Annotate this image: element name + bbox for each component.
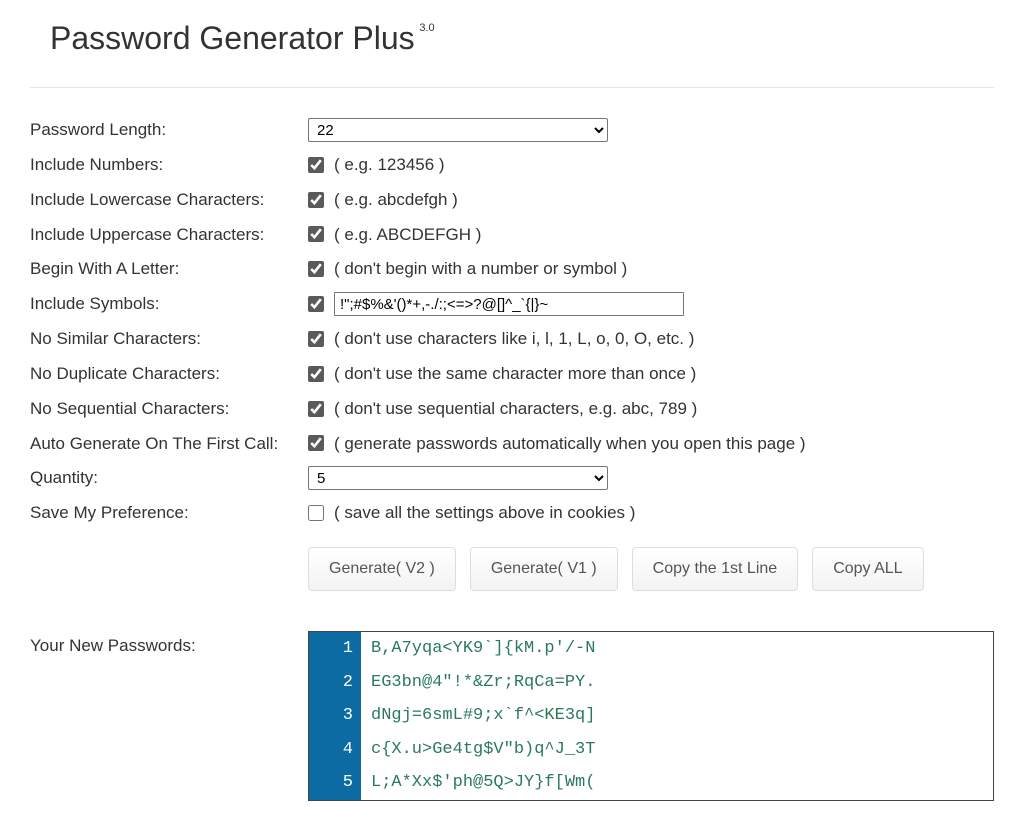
- password-text[interactable]: B,A7yqa<YK9`]{kM.p'/-N: [361, 632, 605, 666]
- result-line: 3 dNgj=6smL#9;x`f^<KE3q]: [309, 699, 993, 733]
- label-include-uppercase: Include Uppercase Characters:: [30, 223, 308, 247]
- password-text[interactable]: L;A*Xx$'ph@5Q>JY}f[Wm(: [361, 766, 605, 800]
- generate-v1-button[interactable]: Generate( V1 ): [470, 547, 618, 591]
- row-save-preference: Save My Preference: ( save all the setti…: [30, 501, 994, 525]
- line-number: 5: [309, 766, 361, 800]
- checkbox-include-uppercase[interactable]: [308, 226, 324, 242]
- checkbox-no-duplicate[interactable]: [308, 366, 324, 382]
- hint-no-duplicate: ( don't use the same character more than…: [334, 362, 696, 386]
- row-include-lowercase: Include Lowercase Characters: ( e.g. abc…: [30, 188, 994, 212]
- label-no-sequential: No Sequential Characters:: [30, 397, 308, 421]
- checkbox-auto-generate[interactable]: [308, 435, 324, 451]
- checkbox-save-preference[interactable]: [308, 505, 324, 521]
- password-text[interactable]: EG3bn@4"!*&Zr;RqCa=PY.: [361, 666, 605, 700]
- version-text: 3.0: [419, 22, 434, 34]
- label-begin-with-letter: Begin With A Letter:: [30, 257, 308, 281]
- select-quantity[interactable]: 5: [308, 466, 608, 490]
- copy-all-button[interactable]: Copy ALL: [812, 547, 923, 591]
- divider: [30, 87, 994, 88]
- row-include-numbers: Include Numbers: ( e.g. 123456 ): [30, 153, 994, 177]
- line-number: 4: [309, 733, 361, 767]
- row-include-uppercase: Include Uppercase Characters: ( e.g. ABC…: [30, 223, 994, 247]
- hint-include-lowercase: ( e.g. abcdefgh ): [334, 188, 458, 212]
- checkbox-no-sequential[interactable]: [308, 401, 324, 417]
- row-auto-generate: Auto Generate On The First Call: ( gener…: [30, 432, 994, 456]
- line-number: 1: [309, 632, 361, 666]
- header: Password Generator Plus 3.0: [30, 20, 994, 57]
- row-begin-with-letter: Begin With A Letter: ( don't begin with …: [30, 257, 994, 281]
- result-line: 4 c{X.u>Ge4tg$V"b)q^J_3T: [309, 733, 993, 767]
- hint-include-numbers: ( e.g. 123456 ): [334, 153, 445, 177]
- line-number: 3: [309, 699, 361, 733]
- hint-auto-generate: ( generate passwords automatically when …: [334, 432, 806, 456]
- generate-v2-button[interactable]: Generate( V2 ): [308, 547, 456, 591]
- checkbox-include-lowercase[interactable]: [308, 192, 324, 208]
- label-auto-generate: Auto Generate On The First Call:: [30, 432, 308, 456]
- hint-save-preference: ( save all the settings above in cookies…: [334, 501, 635, 525]
- row-no-similar: No Similar Characters: ( don't use chara…: [30, 327, 994, 351]
- row-no-sequential: No Sequential Characters: ( don't use se…: [30, 397, 994, 421]
- title-text: Password Generator Plus: [50, 20, 415, 56]
- label-include-numbers: Include Numbers:: [30, 153, 308, 177]
- hint-no-sequential: ( don't use sequential characters, e.g. …: [334, 397, 697, 421]
- password-text[interactable]: c{X.u>Ge4tg$V"b)q^J_3T: [361, 733, 605, 767]
- result-line: 2 EG3bn@4"!*&Zr;RqCa=PY.: [309, 666, 993, 700]
- results-box: 1 B,A7yqa<YK9`]{kM.p'/-N 2 EG3bn@4"!*&Zr…: [308, 631, 994, 801]
- row-include-symbols: Include Symbols:: [30, 292, 994, 316]
- line-number: 2: [309, 666, 361, 700]
- password-text[interactable]: dNgj=6smL#9;x`f^<KE3q]: [361, 699, 605, 733]
- hint-include-uppercase: ( e.g. ABCDEFGH ): [334, 223, 481, 247]
- page-title: Password Generator Plus3.0: [50, 20, 415, 57]
- checkbox-include-symbols[interactable]: [308, 296, 324, 312]
- copy-first-line-button[interactable]: Copy the 1st Line: [632, 547, 799, 591]
- buttons-row: Generate( V2 ) Generate( V1 ) Copy the 1…: [308, 547, 994, 591]
- result-line: 1 B,A7yqa<YK9`]{kM.p'/-N: [309, 632, 993, 666]
- row-no-duplicate: No Duplicate Characters: ( don't use the…: [30, 362, 994, 386]
- hint-no-similar: ( don't use characters like i, l, 1, L, …: [334, 327, 694, 351]
- label-include-symbols: Include Symbols:: [30, 292, 308, 316]
- checkbox-no-similar[interactable]: [308, 331, 324, 347]
- checkbox-include-numbers[interactable]: [308, 157, 324, 173]
- result-line: 5 L;A*Xx$'ph@5Q>JY}f[Wm(: [309, 766, 993, 800]
- label-quantity: Quantity:: [30, 466, 308, 490]
- checkbox-begin-with-letter[interactable]: [308, 261, 324, 277]
- label-password-length: Password Length:: [30, 118, 308, 142]
- results-row: Your New Passwords: 1 B,A7yqa<YK9`]{kM.p…: [30, 631, 994, 801]
- row-quantity: Quantity: 5: [30, 466, 994, 490]
- label-include-lowercase: Include Lowercase Characters:: [30, 188, 308, 212]
- select-password-length[interactable]: 22: [308, 118, 608, 142]
- label-results: Your New Passwords:: [30, 631, 308, 656]
- label-no-similar: No Similar Characters:: [30, 327, 308, 351]
- input-symbols[interactable]: [334, 292, 684, 316]
- label-save-preference: Save My Preference:: [30, 501, 308, 525]
- label-no-duplicate: No Duplicate Characters:: [30, 362, 308, 386]
- row-password-length: Password Length: 22: [30, 118, 994, 142]
- hint-begin-with-letter: ( don't begin with a number or symbol ): [334, 257, 627, 281]
